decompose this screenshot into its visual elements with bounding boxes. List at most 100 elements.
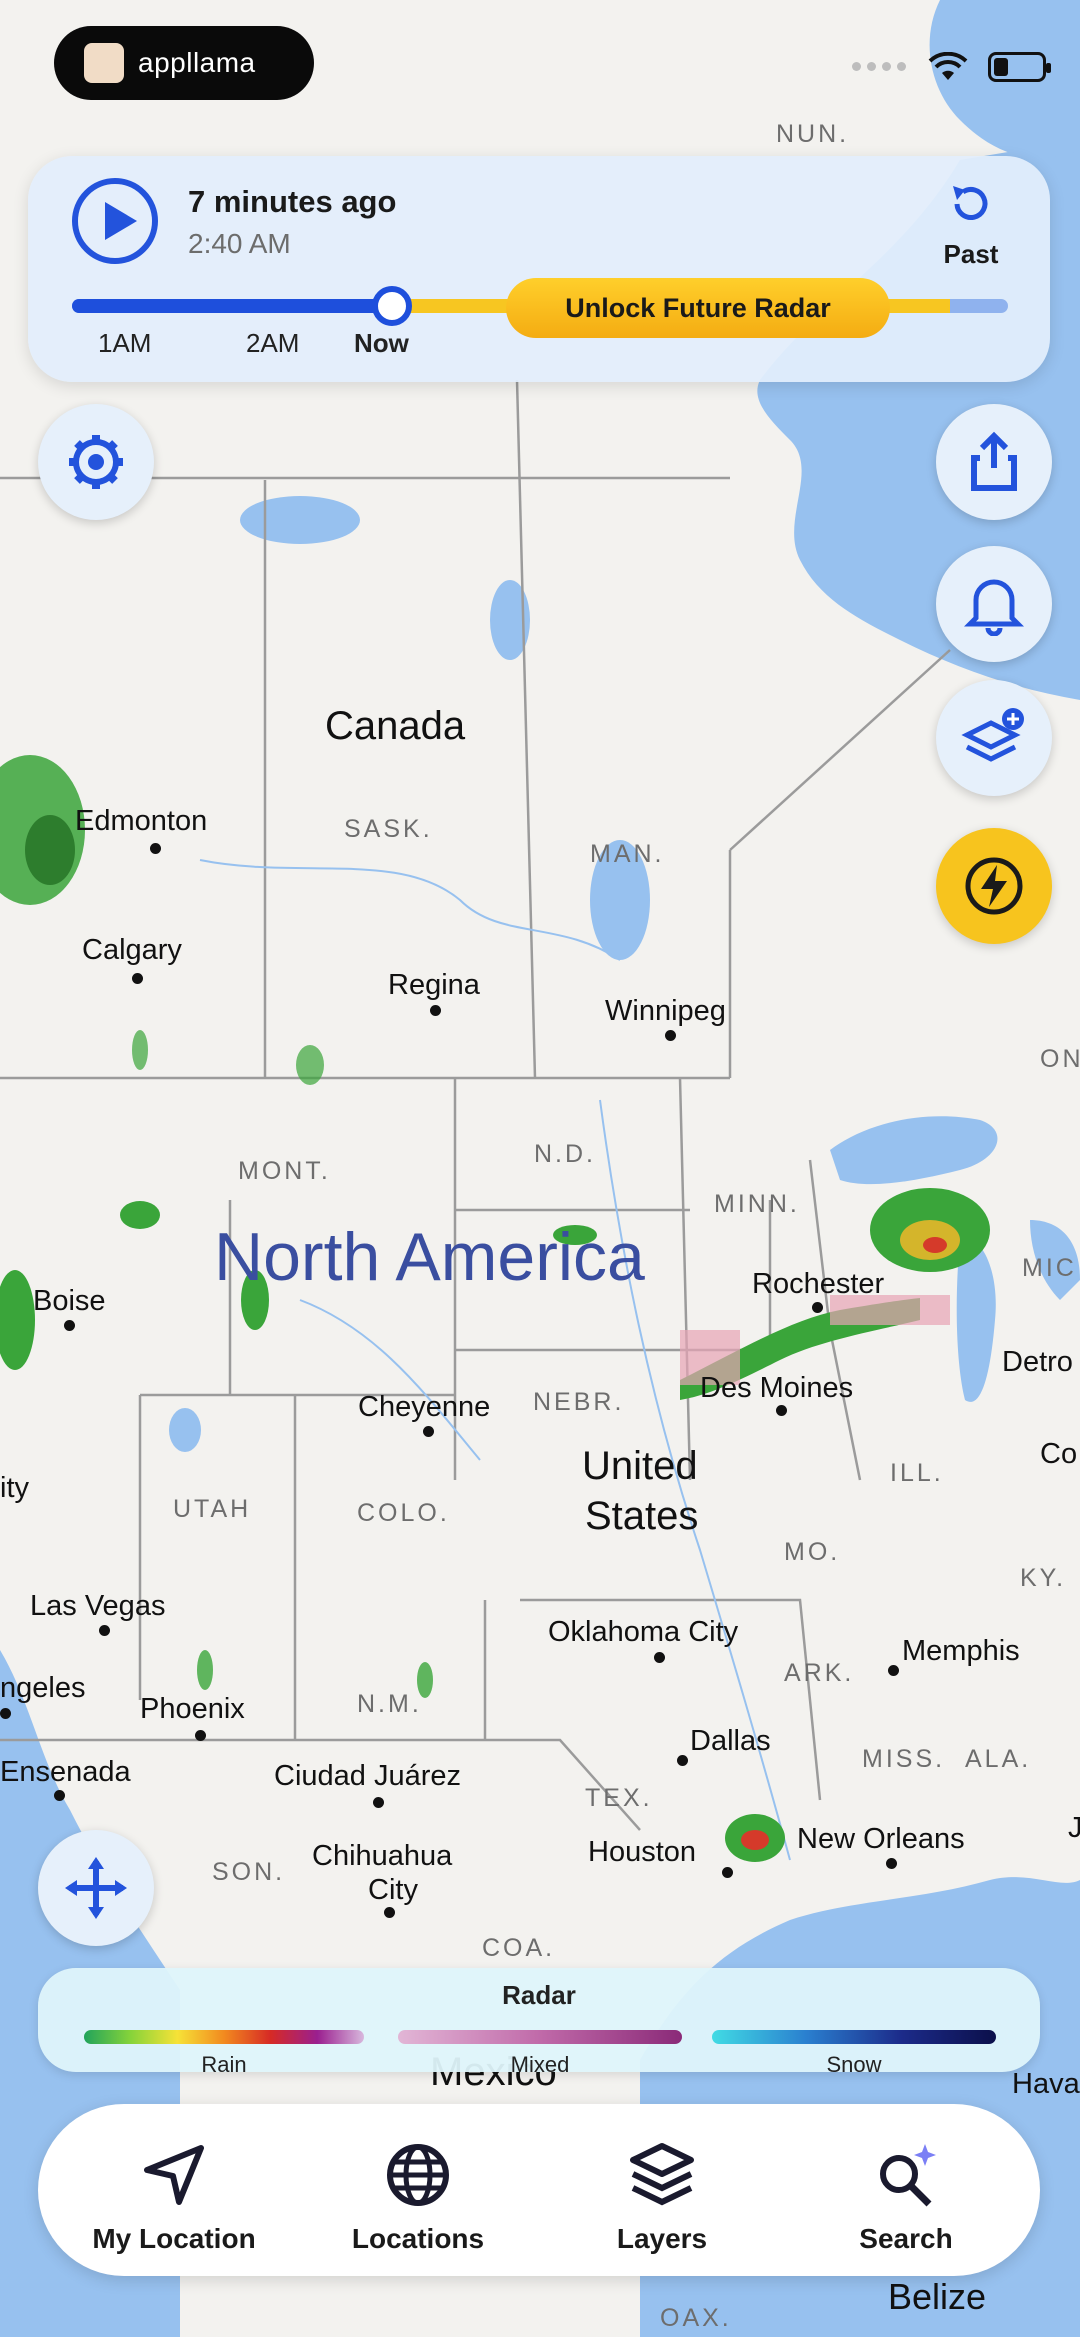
province-label-nm: N.M.	[357, 1690, 422, 1718]
legend-title: Radar	[502, 1980, 576, 2010]
gear-icon	[69, 435, 123, 489]
settings-button[interactable]	[38, 404, 154, 520]
past-button[interactable]: Past	[926, 180, 1016, 270]
province-label-ala: ALA.	[965, 1745, 1032, 1773]
past-label: Past	[943, 239, 999, 269]
region-label: North America	[214, 1219, 645, 1295]
unlock-future-radar-button[interactable]: Unlock Future Radar	[506, 278, 890, 338]
city-label-regina: Regina	[388, 969, 480, 1001]
city-dot	[195, 1730, 206, 1741]
llama-logo-icon	[84, 43, 124, 83]
city-dot	[677, 1755, 688, 1766]
city-dot	[384, 1907, 395, 1918]
city-label-phoenix: Phoenix	[140, 1693, 245, 1725]
city-dot	[54, 1790, 65, 1801]
mixed-gradient	[398, 2030, 682, 2044]
city-label-new-orleans: New Orleans	[797, 1823, 965, 1855]
city-dot	[64, 1320, 75, 1331]
move-icon	[65, 1857, 127, 1919]
province-label-man: MAN.	[590, 840, 665, 868]
rain-gradient	[84, 2030, 364, 2044]
country-label-belize: Belize	[888, 2276, 987, 2317]
share-icon	[971, 431, 1017, 491]
play-icon[interactable]	[72, 178, 158, 264]
lightning-icon	[965, 857, 1023, 915]
radar-time-text: 2:40 AM	[188, 228, 291, 259]
province-label-minn: MINN.	[714, 1190, 800, 1218]
province-label-colo: COLO.	[357, 1499, 450, 1527]
city-label-winnipeg: Winnipeg	[605, 995, 726, 1027]
city-label-city-left: ity	[0, 1472, 29, 1504]
add-layer-button[interactable]	[936, 680, 1052, 796]
rewind-icon	[953, 186, 988, 220]
legend-snow: Snow	[826, 2052, 882, 2077]
country-label-us-line1: United	[582, 1444, 698, 1488]
city-dot	[430, 1005, 441, 1016]
city-label-ciudad-juarez: Ciudad Juárez	[274, 1760, 461, 1792]
city-dot	[886, 1858, 897, 1869]
city-label-detroit: Detro	[1002, 1346, 1073, 1378]
timeline-label-2am: 2AM	[246, 328, 300, 358]
province-label-son: SON.	[212, 1858, 286, 1886]
city-label-hava: Hava	[1012, 2068, 1080, 2100]
province-label-utah: UTAH	[173, 1495, 252, 1523]
globe-icon	[387, 2144, 449, 2206]
city-label-cheyenne: Cheyenne	[358, 1391, 491, 1423]
nav-label: Locations	[351, 2223, 485, 2254]
snow-gradient	[712, 2030, 996, 2044]
province-label-oax: OAX.	[660, 2304, 732, 2332]
city-dot	[423, 1426, 434, 1437]
timeline-knob[interactable]	[372, 286, 412, 326]
province-label-on: ON	[1040, 1045, 1080, 1073]
legend-rain: Rain	[201, 2052, 247, 2077]
bottom-nav: My Location Locations Layers Search	[38, 2104, 1040, 2276]
city-label-chihuahua-1: Chihuahua	[312, 1840, 453, 1872]
province-label-coa: COA.	[482, 1934, 556, 1962]
nav-label: Search	[859, 2223, 953, 2254]
city-dot	[812, 1302, 823, 1313]
province-label-nd: N.D.	[534, 1140, 596, 1168]
city-dot	[654, 1652, 665, 1663]
province-label-ark: ARK.	[784, 1659, 855, 1687]
city-label-des-moines: Des Moines	[700, 1372, 854, 1404]
city-dot	[373, 1797, 384, 1808]
city-label-rochester: Rochester	[752, 1268, 885, 1300]
city-label-boise: Boise	[33, 1285, 106, 1317]
recenter-button[interactable]	[38, 1830, 154, 1946]
city-label-houston: Houston	[588, 1836, 697, 1868]
nav-search[interactable]: Search	[806, 2140, 1006, 2255]
radar-legend: Radar Rain Mixed Snow	[38, 1968, 1040, 2077]
share-button[interactable]	[936, 404, 1052, 520]
province-label-nun: NUN.	[776, 120, 850, 148]
nav-my-location[interactable]: My Location	[74, 2140, 274, 2255]
lightning-button[interactable]	[936, 828, 1052, 944]
nav-label: My Location	[92, 2223, 256, 2254]
city-label-ensenada: Ensenada	[0, 1756, 131, 1788]
add-layer-icon	[961, 708, 1024, 762]
city-dot	[99, 1625, 110, 1636]
province-label-mic: MIC	[1022, 1254, 1077, 1282]
radar-ago-text: 7 minutes ago	[188, 184, 397, 219]
province-label-sask: SASK.	[344, 815, 433, 843]
location-arrow-icon	[144, 2145, 204, 2205]
city-dot	[776, 1405, 787, 1416]
city-label-memphis: Memphis	[902, 1635, 1020, 1667]
city-dot	[665, 1030, 676, 1041]
timeline-label-now: Now	[354, 328, 409, 358]
battery-icon	[988, 52, 1051, 82]
nav-locations[interactable]: Locations	[318, 2140, 518, 2255]
layers-icon	[630, 2143, 694, 2206]
nav-layers[interactable]: Layers	[562, 2140, 762, 2255]
city-label-calgary: Calgary	[82, 934, 182, 966]
legend-mixed: Mixed	[510, 2052, 570, 2077]
city-label-co-right: Co	[1040, 1438, 1078, 1470]
province-label-tex: TEX.	[585, 1784, 653, 1812]
province-label-nebr: NEBR.	[533, 1388, 625, 1416]
notifications-button[interactable]	[936, 546, 1052, 662]
city-label-las-vegas: Las Vegas	[30, 1590, 166, 1622]
radar-timeline-card: 7 minutes ago 2:40 AM Past Unlock Future…	[28, 156, 1050, 382]
city-dot	[150, 843, 161, 854]
app-brand-pill[interactable]: appllama	[54, 26, 314, 100]
city-label-j-right: J	[1068, 1812, 1080, 1844]
country-label-canada: Canada	[325, 704, 466, 748]
